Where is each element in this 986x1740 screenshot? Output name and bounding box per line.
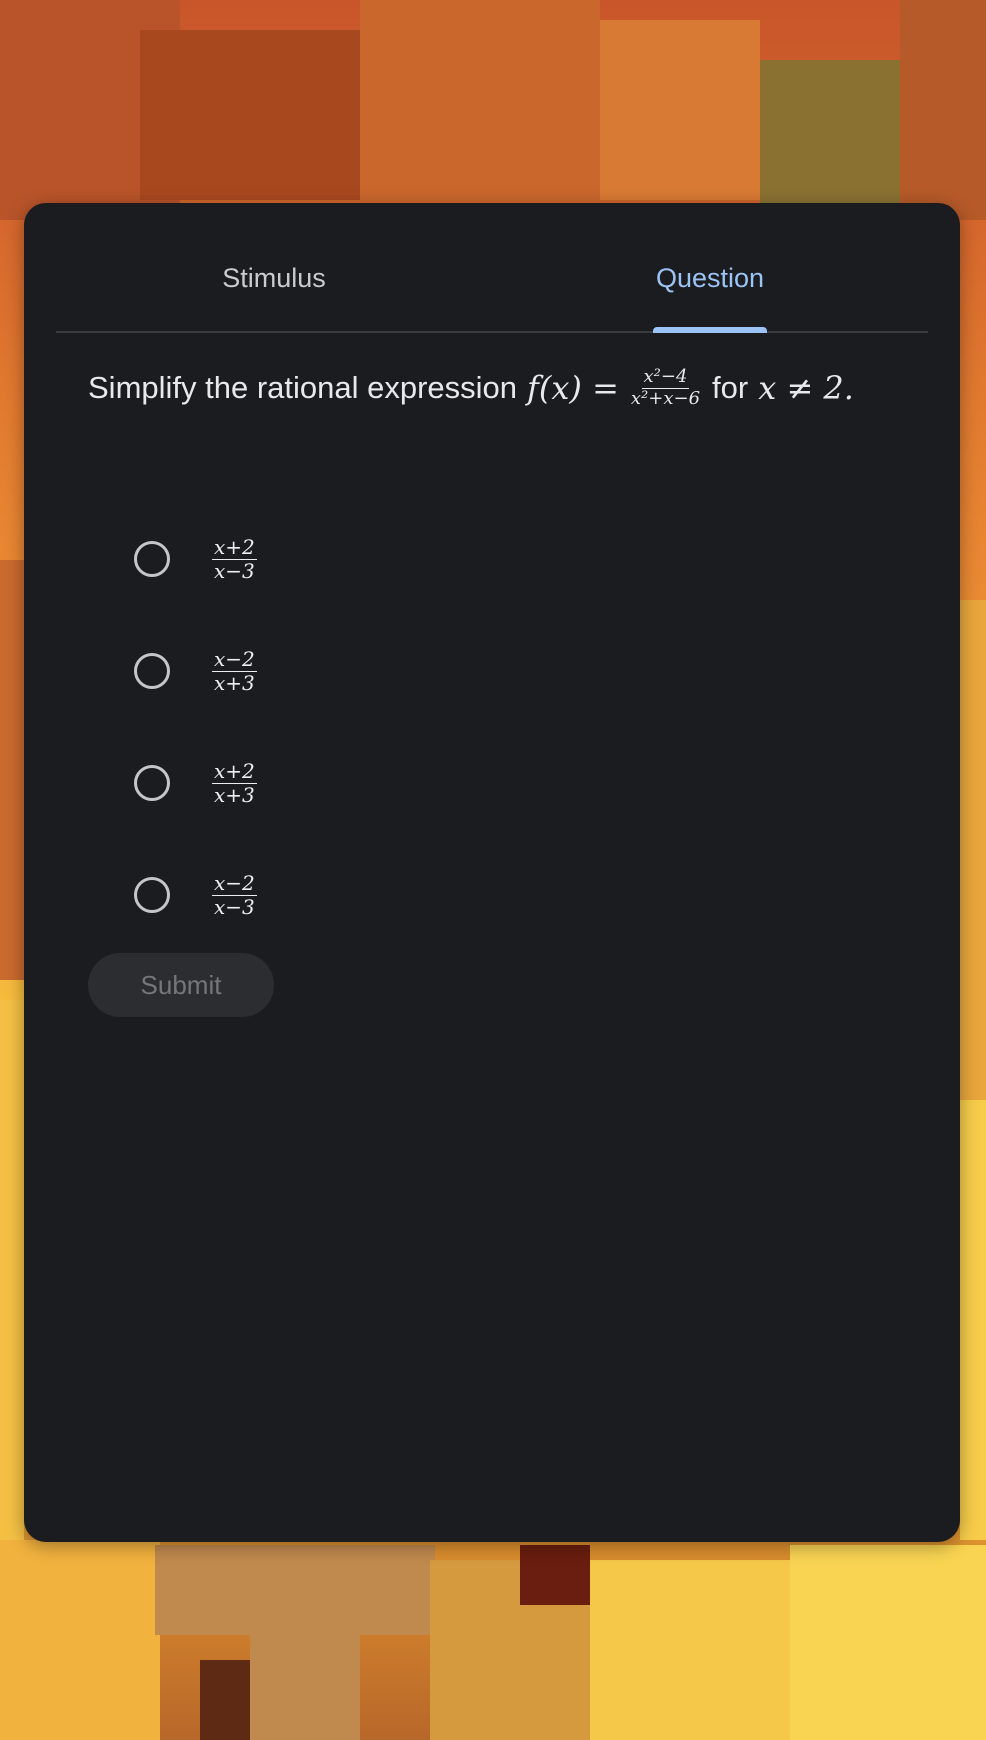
option-fraction: x−2 x+3: [212, 646, 257, 695]
radio-button[interactable]: [134, 877, 170, 913]
radio-button[interactable]: [134, 765, 170, 801]
option-denominator: x+3: [214, 670, 255, 695]
active-tab-indicator: [653, 327, 767, 333]
tab-stimulus-label: Stimulus: [222, 262, 326, 293]
tab-stimulus[interactable]: Stimulus: [56, 203, 492, 331]
answer-option-1[interactable]: x+2 x−3: [132, 503, 257, 615]
option-denominator: x−3: [214, 558, 255, 583]
question-condition: x ≠ 2.: [758, 369, 854, 408]
tab-bar: Stimulus Question: [56, 203, 928, 333]
question-text: Simplify the rational expression f(x) = …: [88, 366, 908, 409]
answer-option-4[interactable]: x−2 x−3: [132, 839, 257, 951]
question-fraction: x²−4 x²+x−6: [629, 366, 702, 409]
question-fraction-denominator: x²+x−6: [630, 387, 701, 409]
submit-button[interactable]: Submit: [88, 953, 274, 1017]
question-prefix: Simplify the rational expression: [88, 370, 518, 406]
question-suffix-word: for: [712, 370, 749, 406]
answer-options: x+2 x−3 x−2 x+3 x+2 x+3 x−2 x−3: [132, 503, 257, 951]
answer-option-2[interactable]: x−2 x+3: [132, 615, 257, 727]
option-fraction: x+2 x−3: [212, 534, 257, 583]
option-numerator: x+2: [212, 758, 257, 784]
quiz-card: Stimulus Question Simplify the rational …: [24, 203, 960, 1542]
question-fraction-numerator: x²−4: [641, 366, 690, 389]
radio-button[interactable]: [134, 653, 170, 689]
tab-question-label: Question: [655, 262, 765, 293]
option-fraction: x+2 x+3: [212, 758, 257, 807]
option-denominator: x+3: [214, 782, 255, 807]
option-numerator: x−2: [212, 870, 257, 896]
option-numerator: x+2: [212, 534, 257, 560]
function-lhs: f(x) =: [527, 369, 619, 408]
option-numerator: x−2: [212, 646, 257, 672]
tab-question[interactable]: Question: [492, 203, 928, 333]
option-denominator: x−3: [214, 894, 255, 919]
radio-button[interactable]: [134, 541, 170, 577]
option-fraction: x−2 x−3: [212, 870, 257, 919]
answer-option-3[interactable]: x+2 x+3: [132, 727, 257, 839]
